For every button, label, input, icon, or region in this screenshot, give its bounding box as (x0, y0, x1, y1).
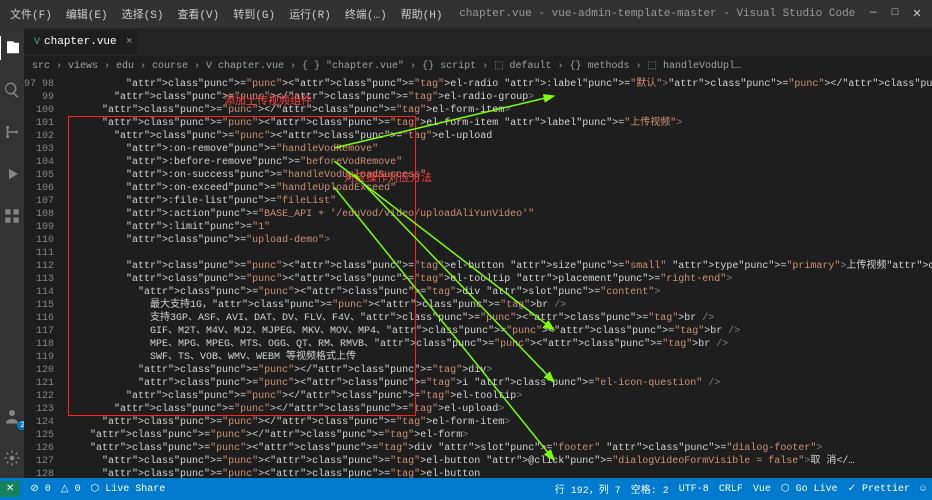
indent-setting[interactable]: 空格: 2 (631, 481, 669, 497)
editor-groups: V chapter.vue × src › views › edu › cour… (24, 28, 932, 478)
problems-warnings[interactable]: △ 0 (61, 483, 81, 495)
go-live[interactable]: ⬡ Go Live (781, 483, 838, 495)
status-bar: ✕ ⊘ 0 △ 0 ⬡ Live Share 行 192，列 7 空格: 2 U… (0, 478, 932, 500)
debug-icon[interactable] (0, 162, 24, 186)
main-menu: 文件(F) 编辑(E) 选择(S) 查看(V) 转到(G) 运行(R) 终端(…… (4, 2, 449, 26)
problems-errors[interactable]: ⊘ 0 (30, 483, 50, 495)
main-layout: 2 V chapter.vue × src › views › edu › co… (0, 28, 932, 478)
window-controls: — □ ✕ (866, 7, 928, 21)
code-left[interactable]: "attr">class"punc">="punc"><"attr">class… (66, 76, 932, 478)
scm-icon[interactable] (0, 120, 24, 144)
menu-go[interactable]: 转到(G) (227, 2, 281, 26)
menu-help[interactable]: 帮助(H) (395, 2, 449, 26)
feedback-icon[interactable]: ☺ (920, 484, 926, 495)
maximize-button[interactable]: □ (888, 7, 902, 21)
prettier[interactable]: ✓ Prettier (848, 483, 910, 495)
menu-select[interactable]: 选择(S) (116, 2, 170, 26)
annotation-methods: 对应操作对应方法 (344, 169, 432, 185)
encoding[interactable]: UTF-8 (679, 484, 709, 495)
search-icon[interactable] (0, 78, 24, 102)
tab-chapter-left[interactable]: V chapter.vue × (24, 30, 137, 54)
line-gutter-left: 97 98 99 100 101 102 103 104 105 106 107… (24, 76, 66, 478)
activity-bar: 2 (0, 28, 24, 478)
account-icon[interactable]: 2 (0, 404, 24, 428)
breadcrumb-left[interactable]: src › views › edu › course › V chapter.v… (24, 56, 932, 76)
language-mode[interactable]: Vue (753, 484, 771, 495)
remote-indicator[interactable]: ✕ (0, 481, 20, 497)
window-title: chapter.vue - vue-admin-template-master … (449, 8, 867, 20)
menu-terminal[interactable]: 终端(…) (339, 2, 393, 26)
annotation-add-upload: 添加上传视频组件 (224, 92, 312, 108)
menu-run[interactable]: 运行(R) (283, 2, 337, 26)
close-button[interactable]: ✕ (910, 7, 924, 21)
settings-icon[interactable] (0, 446, 24, 470)
minimize-button[interactable]: — (866, 7, 880, 21)
extensions-icon[interactable] (0, 204, 24, 228)
editor-left: V chapter.vue × src › views › edu › cour… (24, 28, 932, 478)
close-tab-icon[interactable]: × (126, 36, 133, 48)
code-area-left[interactable]: 97 98 99 100 101 102 103 104 105 106 107… (24, 76, 932, 478)
tab-label: chapter.vue (44, 36, 117, 48)
explorer-icon[interactable] (0, 36, 23, 60)
cursor-position[interactable]: 行 192，列 7 (555, 481, 621, 497)
tabs-left: V chapter.vue × (24, 28, 932, 56)
vue-file-icon: V (34, 37, 40, 48)
menu-view[interactable]: 查看(V) (171, 2, 225, 26)
live-share[interactable]: ⬡ Live Share (90, 483, 165, 495)
eol[interactable]: CRLF (719, 484, 743, 495)
menu-edit[interactable]: 编辑(E) (60, 2, 114, 26)
menu-file[interactable]: 文件(F) (4, 2, 58, 26)
titlebar: 文件(F) 编辑(E) 选择(S) 查看(V) 转到(G) 运行(R) 终端(…… (0, 0, 932, 28)
